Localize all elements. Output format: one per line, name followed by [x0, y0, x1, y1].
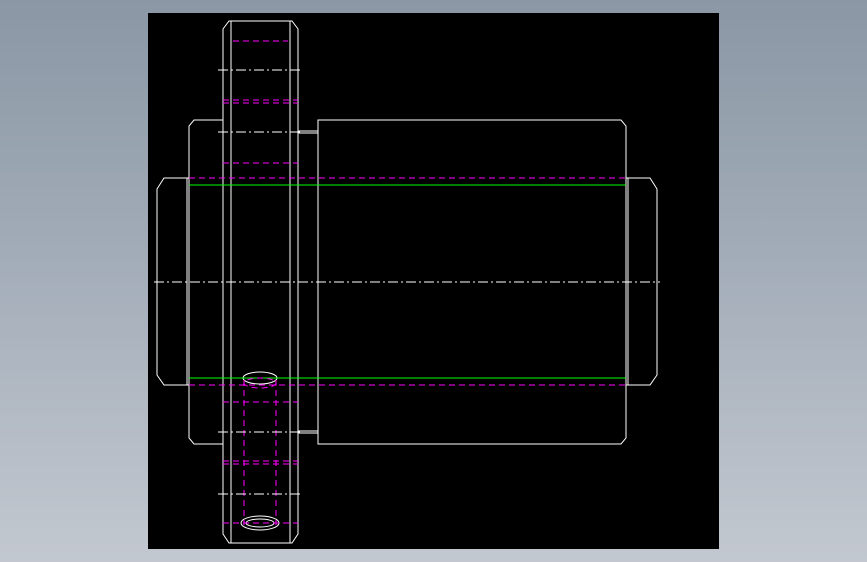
- return-tube-bottom-inner: [245, 518, 275, 528]
- ball-screw-nut-drawing: [154, 20, 660, 544]
- center-lines: [154, 69, 660, 495]
- nut-body-outline: [317, 119, 627, 445]
- cad-viewport[interactable]: [148, 13, 719, 549]
- hidden-lines: [189, 40, 626, 525]
